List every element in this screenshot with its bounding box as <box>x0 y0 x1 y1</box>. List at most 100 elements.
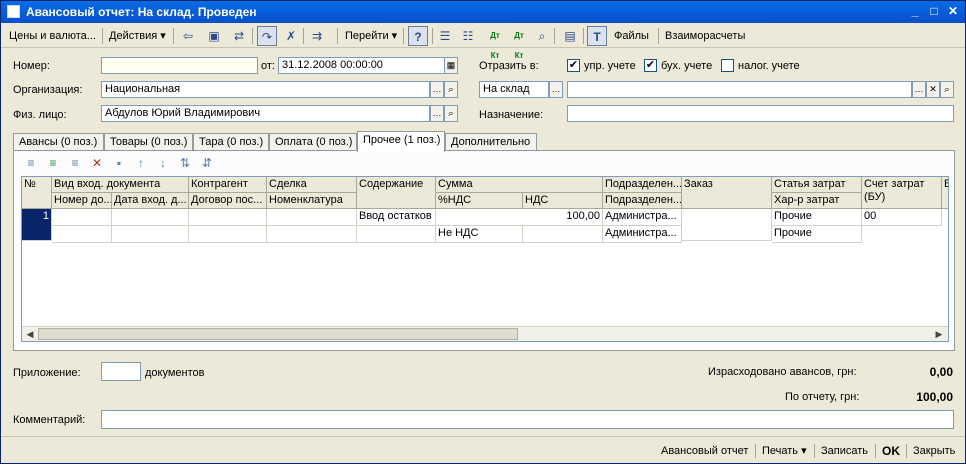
delete-row-icon[interactable]: ✕ <box>88 154 106 172</box>
col-header-order[interactable]: Заказ <box>682 177 772 209</box>
col-header-supplier-contract[interactable]: Договор пос... <box>189 193 267 209</box>
date-field[interactable]: 31.12.2008 00:00:00 <box>278 57 445 74</box>
horizontal-scrollbar[interactable]: ◀ ▶ <box>22 326 948 341</box>
scroll-left-icon[interactable]: ◀ <box>23 328 37 340</box>
table-cell-department[interactable]: Администра... <box>603 209 682 226</box>
tab-additional[interactable]: Дополнительно <box>445 133 537 151</box>
organization-field[interactable]: Национальная <box>101 81 430 98</box>
table-cell-cost-account[interactable]: 00 <box>862 209 942 226</box>
table-cell-sum[interactable]: 100,00 <box>436 209 603 226</box>
tab-containers[interactable]: Тара (0 поз.) <box>193 133 269 151</box>
table-cell[interactable] <box>357 226 436 243</box>
unpost-document-icon[interactable]: ✗ <box>281 26 301 46</box>
table-cell[interactable] <box>52 226 112 243</box>
help-icon[interactable]: ? <box>408 26 428 46</box>
print-menu-button[interactable]: Печать ▾ <box>762 442 807 460</box>
col-header-content[interactable]: Содержание <box>357 177 436 209</box>
tax-accounting-checkbox[interactable] <box>721 59 734 72</box>
table-cell[interactable] <box>52 209 112 226</box>
select-warehouse-type-button[interactable]: … <box>549 81 563 98</box>
document-journal-icon[interactable]: ▣ <box>204 26 224 46</box>
table-cell[interactable] <box>112 209 189 226</box>
advance-report-print-button[interactable]: Авансовый отчет <box>661 442 748 460</box>
comment-field[interactable] <box>101 410 954 429</box>
report-icon[interactable]: ▤ <box>560 26 580 46</box>
col-header-number[interactable]: № <box>22 177 52 209</box>
col-header-cost-item[interactable]: Статья затрат <box>772 177 862 193</box>
financial-accounting-checkbox[interactable]: ✔ <box>644 59 657 72</box>
col-header-incoming-doc-type[interactable]: Вид вход. документа <box>52 177 189 193</box>
person-field[interactable]: Абдулов Юрий Владимирович <box>101 105 430 122</box>
refresh-icon[interactable]: ⇄ <box>229 26 249 46</box>
col-header-sum[interactable]: Сумма <box>436 177 603 193</box>
table-cell-cost-item[interactable]: Прочие <box>772 209 862 226</box>
open-organization-icon[interactable]: ⌕ <box>444 81 458 98</box>
enter-on-basis-icon[interactable]: ⇦ <box>178 26 198 46</box>
select-person-button[interactable]: … <box>430 105 444 122</box>
tab-goods[interactable]: Товары (0 поз.) <box>104 133 193 151</box>
warehouse-type-field[interactable]: На склад <box>479 81 549 98</box>
ok-button[interactable]: OK <box>882 442 900 460</box>
col-header-nomenclature[interactable]: Номенклатура <box>267 193 357 209</box>
attachment-field[interactable] <box>101 362 141 381</box>
goto-menu[interactable]: Перейти ▾ <box>341 26 401 46</box>
number-field[interactable] <box>101 57 258 74</box>
save-button[interactable]: Записать <box>821 442 868 460</box>
maximize-button[interactable]: □ <box>926 4 942 19</box>
col-header-doc-number[interactable]: Номер до... <box>52 193 112 209</box>
files-button[interactable]: Файлы <box>610 26 653 46</box>
col-header-counterparty[interactable]: Контрагент <box>189 177 267 193</box>
structure-subordination-icon[interactable]: ⇉ <box>307 26 327 46</box>
table-cell-order[interactable] <box>682 209 772 241</box>
table-cell[interactable] <box>267 226 357 243</box>
col-header-department-2[interactable]: Подразделен... <box>603 193 682 209</box>
tab-other[interactable]: Прочее (1 поз.) <box>357 131 445 152</box>
purpose-field[interactable] <box>567 105 954 122</box>
warehouse-field[interactable] <box>567 81 912 98</box>
table-cell[interactable] <box>267 209 357 226</box>
close-window-button[interactable]: ✕ <box>945 4 961 19</box>
move-up-icon[interactable]: ↑ <box>132 154 150 172</box>
text-font-icon[interactable]: T <box>587 26 607 46</box>
sort-descending-icon[interactable]: ⇵ <box>198 154 216 172</box>
calendar-icon[interactable]: ▦ <box>444 57 458 74</box>
select-warehouse-button[interactable]: … <box>912 81 926 98</box>
col-header-vat[interactable]: НДС <box>523 193 603 209</box>
other-expenses-table[interactable]: № Вид вход. документа Контрагент Сделка … <box>21 176 949 342</box>
dt-kt-n-icon[interactable]: Дт Кт <box>509 26 529 60</box>
edit-row-icon[interactable]: ≡ <box>66 154 84 172</box>
table-cell-cost-kind[interactable]: Прочие <box>772 226 862 243</box>
col-header-cost-kind[interactable]: Хар-р затрат <box>772 193 862 209</box>
table-cell[interactable] <box>189 209 267 226</box>
open-warehouse-icon[interactable]: ⌕ <box>940 81 954 98</box>
post-document-icon[interactable]: ↷ <box>257 26 277 46</box>
clear-warehouse-icon[interactable]: ✕ <box>926 81 940 98</box>
tab-advances[interactable]: Авансы (0 поз.) <box>13 133 104 151</box>
table-cell-content[interactable]: Ввод остатков <box>357 209 436 226</box>
mgmt-accounting-checkbox[interactable]: ✔ <box>567 59 580 72</box>
col-header-vat-rate[interactable]: %НДС <box>436 193 523 209</box>
sort-ascending-icon[interactable]: ⇅ <box>176 154 194 172</box>
table-cell-department-2[interactable]: Администра... <box>603 226 682 243</box>
add-row-icon[interactable]: ≡ <box>22 154 40 172</box>
table-cell-row-number[interactable]: 1 <box>22 209 52 241</box>
table-cell-vat-rate[interactable]: Не НДС <box>436 226 523 243</box>
col-header-cost-account[interactable]: Счет затрат (БУ) <box>862 177 942 209</box>
move-down-icon[interactable]: ↓ <box>154 154 172 172</box>
scroll-right-icon[interactable]: ▶ <box>932 328 946 340</box>
search-icon[interactable]: ⌕ <box>532 26 552 46</box>
col-header-truncated[interactable]: В <box>942 177 948 209</box>
table-settings-icon[interactable]: ☰ <box>435 26 455 46</box>
col-header-department[interactable]: Подразделен... <box>603 177 682 193</box>
dt-kt-icon[interactable]: Дт Кт <box>485 26 505 60</box>
end-edit-icon[interactable]: ▪ <box>110 154 128 172</box>
tab-payment[interactable]: Оплата (0 поз.) <box>269 133 357 151</box>
open-person-icon[interactable]: ⌕ <box>444 105 458 122</box>
copy-row-icon[interactable]: ≡ <box>44 154 62 172</box>
col-header-incoming-doc-date[interactable]: Дата вход. д... <box>112 193 189 209</box>
select-organization-button[interactable]: … <box>430 81 444 98</box>
table-cell[interactable] <box>189 226 267 243</box>
actions-menu[interactable]: Действия ▾ <box>105 26 170 46</box>
settlements-button[interactable]: Взаиморасчеты <box>661 26 749 46</box>
scrollbar-thumb[interactable] <box>38 328 518 340</box>
